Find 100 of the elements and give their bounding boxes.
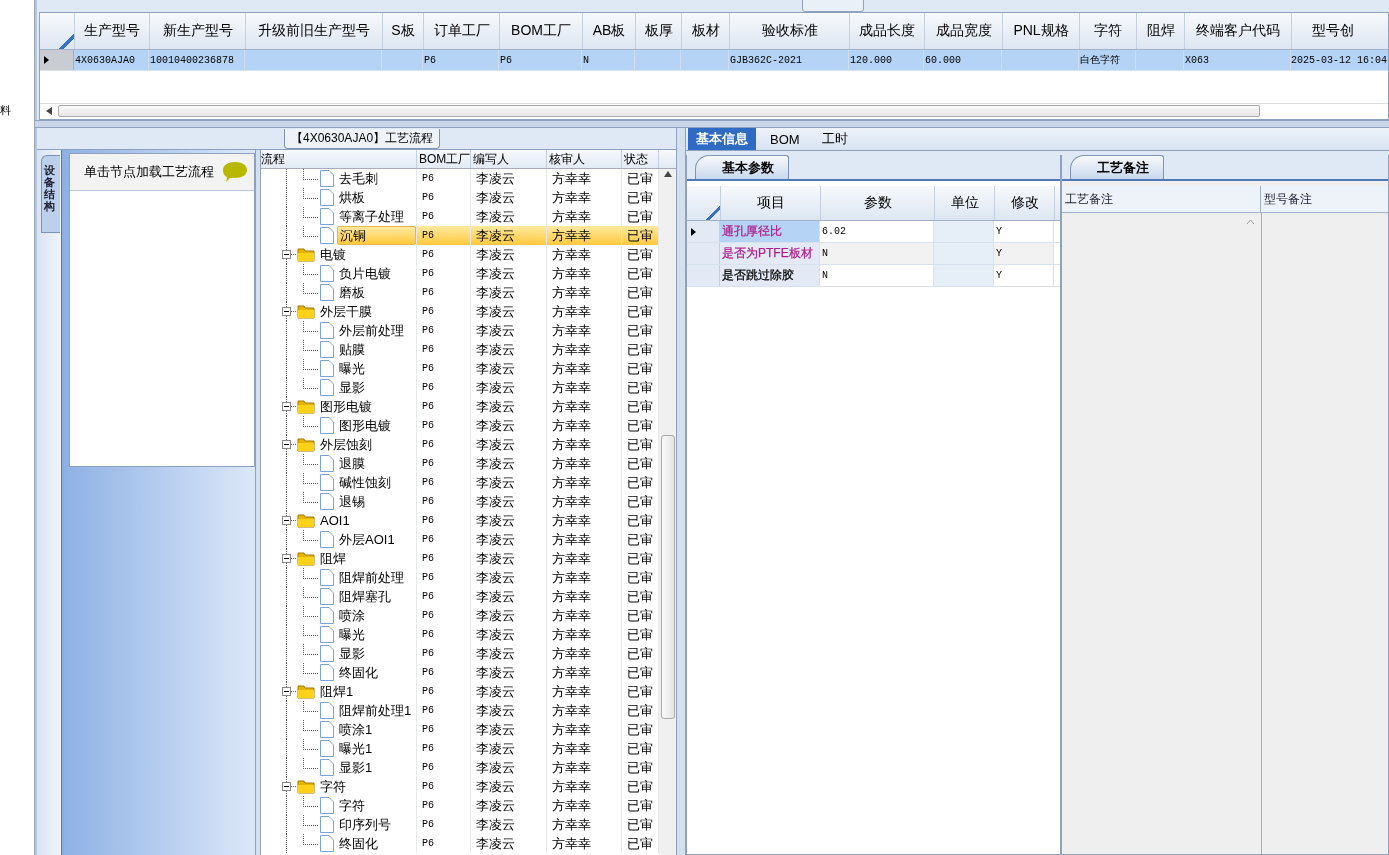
tree-item[interactable]: 字符 — [337, 797, 367, 814]
horizontal-scrollbar[interactable] — [40, 103, 1388, 117]
tree-item[interactable]: 显影1 — [337, 759, 375, 776]
column-header[interactable]: 修改 — [995, 186, 1055, 220]
collapse-icon[interactable] — [282, 402, 291, 411]
tree-item[interactable]: 外层蚀刻 — [318, 436, 374, 453]
column-header[interactable]: 成品宽度 — [925, 13, 1003, 49]
collapse-icon[interactable] — [282, 687, 291, 696]
table-cell: 方幸幸 — [552, 511, 591, 530]
table-cell: P6 — [422, 686, 434, 697]
table-cell: 李凌云 — [476, 568, 515, 587]
tab[interactable]: 工时 — [813, 128, 856, 150]
table-cell: P6 — [422, 534, 434, 545]
tree-item[interactable]: 阻焊1 — [318, 683, 356, 700]
tree-item[interactable]: 贴膜 — [337, 341, 367, 358]
table-cell: 李凌云 — [476, 549, 515, 568]
table-cell: 已审 — [627, 587, 653, 606]
table-row[interactable]: 4X0630AJA0 10010400236878 P6 P6 N GJB362C-2021 120.000 60.000 白色字符 X063 2025-03-12 16:04 — [40, 50, 1388, 71]
tree-item[interactable]: 曝光 — [337, 360, 367, 377]
table-cell: 李凌云 — [476, 416, 515, 435]
tree-item[interactable]: 阻焊 — [318, 550, 348, 567]
tree-item[interactable]: 图形电镀 — [337, 417, 393, 434]
tree-item[interactable]: 烘板 — [337, 189, 367, 206]
column-header[interactable]: 型号创 — [1292, 13, 1388, 49]
collapse-icon[interactable] — [282, 440, 291, 449]
document-icon — [320, 626, 334, 643]
column-header[interactable]: 流程 — [261, 150, 417, 168]
tree-item[interactable]: 磨板 — [337, 284, 367, 301]
tab[interactable]: 基本信息 — [688, 128, 756, 150]
tab[interactable]: BOM — [762, 128, 808, 150]
tree-item[interactable]: 负片电镀 — [337, 265, 393, 282]
tree-item[interactable]: 显影 — [337, 645, 367, 662]
tree-item[interactable]: 阻焊塞孔 — [337, 588, 393, 605]
collapse-icon[interactable] — [282, 516, 291, 525]
tree-item[interactable]: 外层AOI1 — [337, 531, 397, 548]
vertical-tab[interactable]: 设备结构 — [41, 155, 60, 234]
vertical-scrollbar[interactable] — [659, 169, 676, 855]
column-header[interactable]: 单位 — [935, 186, 995, 220]
tree-item[interactable]: 外层干膜 — [318, 303, 374, 320]
column-header[interactable]: BOM工厂 — [500, 13, 583, 49]
column-header[interactable]: S板 — [383, 13, 424, 49]
scroll-left-icon[interactable] — [46, 106, 52, 115]
table-row[interactable]: 是否为PTFE板材 N Y — [687, 243, 1060, 265]
column-header[interactable]: 验收标准 — [730, 13, 850, 49]
column-header[interactable]: 升级前旧生产型号 — [246, 13, 383, 49]
column-header[interactable]: 板材 — [682, 13, 730, 49]
table-cell: N — [583, 54, 589, 66]
table-cell: 李凌云 — [476, 644, 515, 663]
column-header[interactable]: PNL规格 — [1003, 13, 1080, 49]
tree-item[interactable]: 字符 — [318, 778, 348, 795]
tree-item[interactable]: 显影 — [337, 379, 367, 396]
scroll-up-icon[interactable] — [663, 171, 672, 177]
column-header[interactable]: 编写人 — [471, 150, 547, 168]
column-header[interactable]: 项目 — [721, 186, 821, 220]
tree-item[interactable]: 终固化 — [337, 835, 380, 852]
panel-tab[interactable]: 基本参数 — [695, 155, 789, 179]
column-header[interactable]: 阻焊 — [1137, 13, 1185, 49]
tree-item[interactable]: AOI1 — [318, 512, 352, 529]
column-header[interactable]: 终端客户代码 — [1185, 13, 1292, 49]
tree-item[interactable]: 图形电镀 — [318, 398, 374, 415]
table-row[interactable]: 通孔厚径比 6.02 Y — [687, 221, 1060, 243]
column-header[interactable]: 参数 — [821, 186, 935, 220]
table-row[interactable]: 是否跳过除胶 N Y — [687, 265, 1060, 287]
table-cell: 120.000 — [850, 54, 892, 66]
tree-item[interactable]: 终固化 — [337, 664, 380, 681]
tree-item[interactable]: 外层前处理 — [337, 322, 406, 339]
tree-item[interactable]: 曝光1 — [337, 740, 375, 757]
row-pointer-icon — [44, 56, 49, 64]
tree-item[interactable]: 曝光 — [337, 626, 367, 643]
column-header[interactable]: 核审人 — [547, 150, 622, 168]
tree-item[interactable]: 阻焊前处理1 — [337, 702, 414, 719]
column-header[interactable]: 新生产型号 — [150, 13, 246, 49]
tree-item[interactable]: 碱性蚀刻 — [337, 474, 393, 491]
tree-item[interactable]: 退膜 — [337, 455, 367, 472]
tree-item[interactable]: 等离子处理 — [337, 208, 406, 225]
table-cell: 已审 — [627, 188, 653, 207]
tree-item[interactable]: 沉铜 — [337, 226, 416, 245]
column-header[interactable]: 订单工厂 — [424, 13, 500, 49]
tree-item[interactable]: 喷涂1 — [337, 721, 375, 738]
collapse-icon[interactable] — [282, 307, 291, 316]
panel-tab[interactable]: 工艺备注 — [1070, 155, 1164, 179]
tree-item[interactable]: 去毛刺 — [337, 170, 380, 187]
tree-item[interactable]: 电镀 — [318, 246, 348, 263]
table-cell: P6 — [422, 648, 434, 659]
collapse-icon[interactable] — [282, 554, 291, 563]
collapse-icon[interactable] — [282, 782, 291, 791]
collapse-icon[interactable] — [282, 250, 291, 259]
column-header[interactable]: 状态 — [622, 150, 659, 168]
column-header[interactable]: 板厚 — [636, 13, 682, 49]
table-cell: 方幸幸 — [552, 549, 591, 568]
column-header[interactable]: BOM工厂 — [417, 150, 471, 168]
column-header[interactable]: 生产型号 — [75, 13, 150, 49]
tree-item[interactable]: 喷涂 — [337, 607, 367, 624]
tree-item[interactable]: 印序列号 — [337, 816, 393, 833]
column-header[interactable]: 成品长度 — [850, 13, 925, 49]
tree-item[interactable]: 阻焊前处理 — [337, 569, 406, 586]
table-cell: P6 — [422, 382, 434, 393]
column-header[interactable]: 字符 — [1080, 13, 1137, 49]
tree-item[interactable]: 退锡 — [337, 493, 367, 510]
column-header[interactable]: AB板 — [583, 13, 636, 49]
